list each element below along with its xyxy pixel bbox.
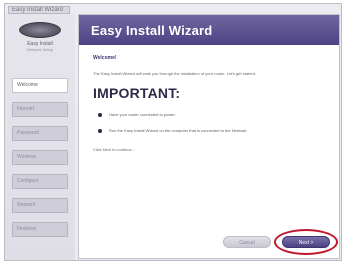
page-title: Easy Install Wizard bbox=[91, 23, 213, 38]
logo-text-secondary: Network Setup bbox=[26, 47, 54, 52]
brand-logo: Easy Install Network Setup bbox=[15, 22, 65, 58]
list-item: Have your router connected to power. bbox=[93, 112, 309, 117]
list-item: Run the Easy Install Wizard on the compu… bbox=[93, 128, 309, 133]
sidebar-item-password[interactable]: Password bbox=[12, 126, 68, 141]
bullet-text: Have your router connected to power. bbox=[109, 112, 176, 117]
intro-text: The Easy Install Wizard will walk you th… bbox=[93, 71, 257, 76]
cancel-button[interactable]: Cancel bbox=[223, 236, 271, 248]
sidebar-item-internet[interactable]: Internet bbox=[12, 102, 68, 117]
sidebar: Easy Install Network Setup Welcome Inter… bbox=[5, 14, 75, 260]
sidebar-item-network[interactable]: Network bbox=[12, 198, 68, 213]
continue-instruction: Click Next to continue... bbox=[93, 147, 136, 152]
bullet-text: Run the Easy Install Wizard on the compu… bbox=[109, 128, 248, 133]
main-panel: Easy Install Wizard Welcome! The Easy In… bbox=[78, 14, 340, 259]
important-heading: IMPORTANT: bbox=[93, 85, 181, 101]
next-button[interactable]: Next > bbox=[282, 236, 330, 248]
window-tab[interactable]: Easy Install Wizard bbox=[8, 6, 70, 14]
wizard-window: Easy Install Wizard Easy Install Network… bbox=[4, 3, 342, 261]
wizard-steps: Welcome Internet Password Wireless Confi… bbox=[12, 78, 68, 246]
welcome-heading: Welcome! bbox=[93, 55, 117, 61]
wizard-content: Welcome! The Easy Install Wizard will wa… bbox=[93, 51, 329, 152]
sidebar-item-welcome[interactable]: Welcome bbox=[12, 78, 68, 93]
sidebar-item-configure[interactable]: Configure bbox=[12, 174, 68, 189]
logo-oval-icon bbox=[19, 22, 61, 38]
bullet-icon bbox=[98, 129, 102, 133]
wizard-header: Easy Install Wizard bbox=[79, 15, 339, 45]
bullet-icon bbox=[98, 113, 102, 117]
sidebar-item-wireless[interactable]: Wireless bbox=[12, 150, 68, 165]
sidebar-item-finished[interactable]: Finished bbox=[12, 222, 68, 237]
